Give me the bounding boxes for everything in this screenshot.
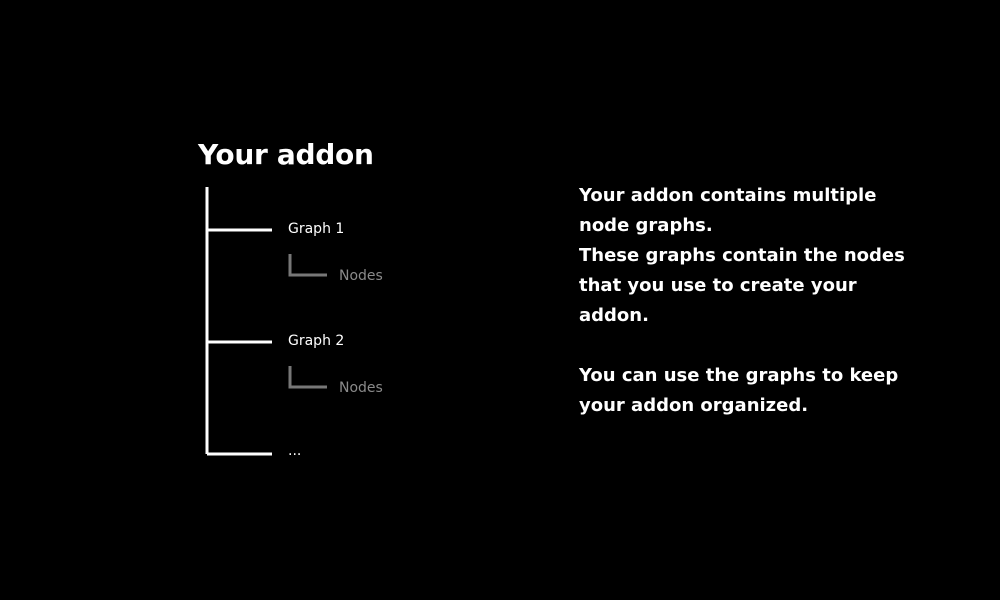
sub-connector-graph-1: [288, 254, 327, 277]
diagram-canvas: Your addon Graph 1 Nodes Graph 2 Nodes .…: [0, 0, 1000, 600]
description-line: your addon organized.: [579, 395, 809, 416]
description-line: These graphs contain the nodes: [579, 245, 905, 266]
tree-ellipsis: ...: [288, 443, 302, 459]
tree-item-graph-2: Graph 2: [288, 333, 345, 349]
description-line: node graphs.: [579, 215, 713, 236]
tree-subitem-nodes-2: Nodes: [339, 380, 383, 396]
sub-connector-graph-2: [288, 366, 327, 389]
description-line: Your addon contains multiple: [579, 185, 877, 206]
description-line: that you use to create your: [579, 275, 857, 296]
tree-item-graph-1: Graph 1: [288, 221, 345, 237]
description-block: Your addon contains multiple node graphs…: [579, 181, 939, 421]
description-line: addon.: [579, 305, 649, 326]
tree-subitem-nodes-1: Nodes: [339, 268, 383, 284]
description-line: You can use the graphs to keep: [579, 365, 899, 386]
